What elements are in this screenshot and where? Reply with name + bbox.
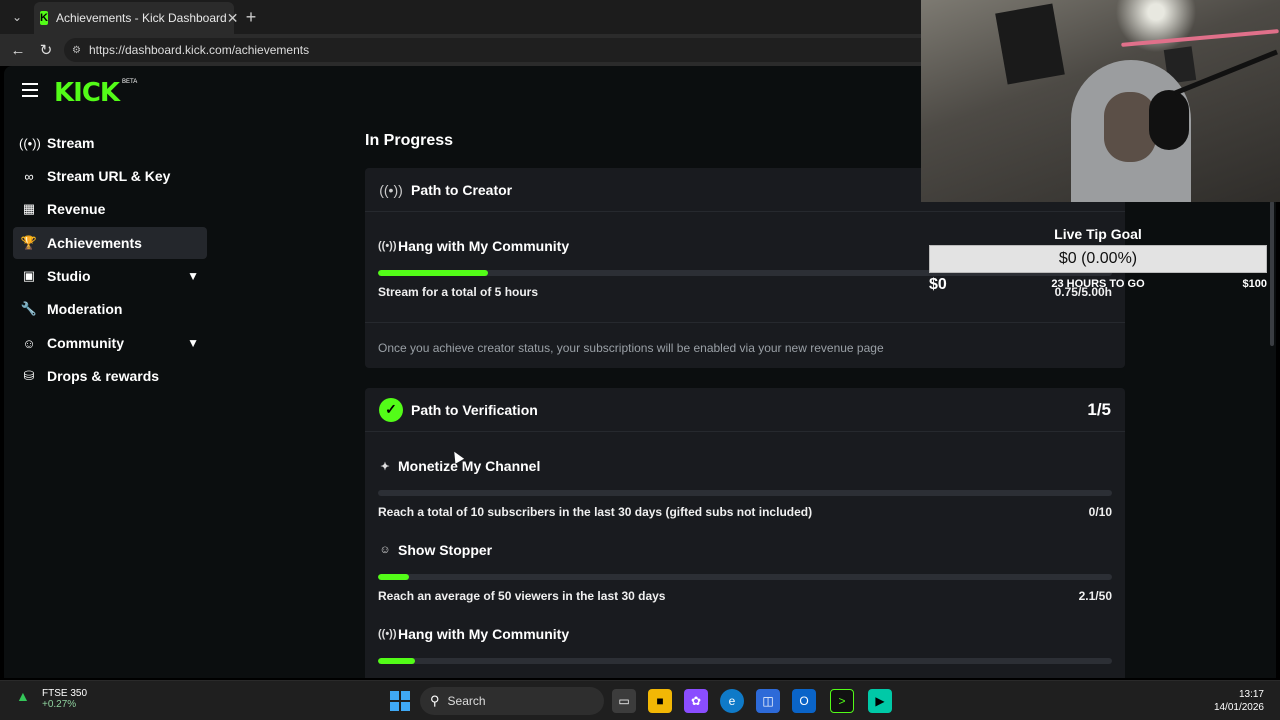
copilot-icon[interactable]: ✿ xyxy=(684,689,708,713)
windows-start-icon[interactable] xyxy=(390,691,410,711)
card-count: 1/5 xyxy=(1087,399,1111,419)
webcam-poster xyxy=(995,3,1065,85)
sidebar-item-drops-rewards[interactable]: ⛁ Drops & rewards xyxy=(13,360,207,392)
sidebar-item-community[interactable]: ☺ Community ▼ xyxy=(13,327,207,359)
broadcast-icon: ((•)) xyxy=(378,240,397,252)
ticker-name: FTSE 350 xyxy=(42,688,88,699)
tab-title: Achievements - Kick Dashboard xyxy=(55,11,227,25)
tab-list-chevron-icon[interactable]: ⌄ xyxy=(6,6,28,28)
sparkle-icon: ✦ xyxy=(380,460,390,473)
achievement-label: Hang with My Community xyxy=(398,238,570,254)
achievement-label: Show Stopper xyxy=(398,542,493,558)
sidebar-item-label: Studio xyxy=(47,268,91,284)
kick-favicon-icon: K xyxy=(40,11,48,25)
card-title: Path to Verification xyxy=(411,401,538,418)
clock[interactable]: 13:17 14/01/2026 xyxy=(1214,688,1264,714)
people-icon: ☺ xyxy=(379,544,391,556)
chevron-down-icon: ▼ xyxy=(187,336,199,350)
menu-icon[interactable] xyxy=(22,83,38,97)
sidebar-item-stream[interactable]: ((•)) Stream xyxy=(13,127,207,159)
sidebar-item-label: Stream URL & Key xyxy=(47,168,171,184)
time: 13:17 xyxy=(1238,689,1264,700)
achievement-title: ((•)) Hang with My Community xyxy=(378,238,569,254)
achievement-title: ((•)) Hang with My Community xyxy=(378,626,569,642)
page-scrollbar[interactable] xyxy=(1270,201,1274,346)
wrench-icon: 🔧 xyxy=(20,301,38,316)
task-view-icon[interactable]: ▭ xyxy=(612,689,636,713)
sidebar-item-revenue[interactable]: ▦ Revenue xyxy=(13,193,207,225)
sidebar-item-label: Revenue xyxy=(47,201,106,217)
gift-icon: ⛁ xyxy=(23,368,35,383)
sidebar-item-label: Moderation xyxy=(47,301,123,317)
sidebar-item-label: Achievements xyxy=(47,235,142,251)
close-tab-icon[interactable]: ✕ xyxy=(227,10,239,27)
studio-icon: ▣ xyxy=(22,268,36,283)
link-icon: ∞ xyxy=(24,168,34,184)
sidebar-item-achievements[interactable]: 🏆 Achievements xyxy=(13,227,207,259)
progress-bar xyxy=(378,658,1112,664)
outlook-icon[interactable]: O xyxy=(792,689,816,713)
stock-chart-icon: ▲ xyxy=(16,688,30,704)
progress-bar xyxy=(378,574,1112,580)
people-icon: ☺ xyxy=(22,335,36,351)
webcam-overlay xyxy=(921,0,1280,202)
new-tab-plus-icon[interactable]: + xyxy=(240,6,262,28)
trophy-icon: 🏆 xyxy=(20,235,38,250)
achievement-label: Hang with My Community xyxy=(398,626,570,642)
broadcast-icon: ((•)) xyxy=(379,181,403,198)
kick-logo[interactable]: KICK xyxy=(54,78,120,108)
achievement-label: Monetize My Channel xyxy=(398,458,541,474)
back-arrow-icon[interactable]: ← xyxy=(8,40,28,60)
windows-taskbar: ▲ FTSE 350 +0.27% ⚲ Search ▭ ■ ✿ e ◫ O >… xyxy=(0,680,1280,720)
url-text: https://dashboard.kick.com/achievements xyxy=(88,43,310,57)
site-info-icon[interactable]: ⚙ xyxy=(72,45,81,56)
search-label: Search xyxy=(447,694,486,708)
tip-goal-max: $100 xyxy=(1242,278,1267,290)
requirement-value: 2.1/50 xyxy=(1078,589,1112,603)
file-explorer-icon[interactable]: ■ xyxy=(648,689,672,713)
date: 14/01/2026 xyxy=(1213,702,1264,713)
ticker-change: +0.27% xyxy=(42,699,77,710)
tip-goal-time-left: 23 HOURS TO GO xyxy=(1051,278,1145,290)
streaming-app-icon[interactable]: ▶ xyxy=(868,689,892,713)
store-icon[interactable]: ◫ xyxy=(756,689,780,713)
taskbar-search[interactable]: ⚲ Search xyxy=(420,687,604,715)
sidebar-item-label: Community xyxy=(47,335,124,351)
stock-ticker-widget[interactable]: ▲ FTSE 350 +0.27% xyxy=(16,688,87,710)
requirement-text: Reach an average of 50 viewers in the la… xyxy=(378,589,666,603)
chart-icon: ▦ xyxy=(22,201,36,216)
verified-check-icon: ✓ xyxy=(379,397,403,422)
creator-note: Once you achieve creator status, your su… xyxy=(378,341,884,355)
tip-goal-widget: Live Tip Goal $0 (0.00%) $0 23 HOURS TO … xyxy=(929,226,1267,296)
progress-fill xyxy=(378,658,415,664)
browser-tab[interactable]: K Achievements - Kick Dashboard ✕ xyxy=(34,2,238,34)
sidebar-item-stream-url-key[interactable]: ∞ Stream URL & Key xyxy=(13,160,207,192)
divider xyxy=(365,322,1125,323)
reload-icon[interactable]: ↻ xyxy=(36,40,56,60)
sidebar-item-studio[interactable]: ▣ Studio ▼ xyxy=(13,260,207,292)
progress-bar xyxy=(378,490,1112,496)
progress-fill xyxy=(378,270,489,276)
progress-fill xyxy=(378,574,409,580)
tip-goal-bar: $0 (0.00%) xyxy=(929,245,1267,273)
chevron-down-icon: ▼ xyxy=(187,269,199,283)
broadcast-icon: ((•)) xyxy=(19,135,41,151)
path-to-verification-card: ✓ Path to Verification 1/5 ✦ Monetize My… xyxy=(365,388,1125,678)
requirement-value: 0/10 xyxy=(1088,505,1112,519)
search-icon: ⚲ xyxy=(430,693,440,708)
sidebar-item-label: Stream xyxy=(47,135,95,151)
broadcast-icon: ((•)) xyxy=(378,628,397,640)
beta-badge: BETA xyxy=(122,79,138,85)
requirement-text: Reach a total of 10 subscribers in the l… xyxy=(378,505,813,519)
achievement-title: ☺ Show Stopper xyxy=(378,542,492,558)
sidebar-item-label: Drops & rewards xyxy=(47,368,160,384)
edge-browser-icon[interactable]: e xyxy=(720,689,744,713)
card-header[interactable]: ✓ Path to Verification 1/5 xyxy=(365,388,1125,432)
webcam-microphone xyxy=(1149,90,1189,150)
page-title: In Progress xyxy=(365,132,454,149)
requirement-text: Stream for a total of 5 hours xyxy=(378,285,539,299)
tip-goal-title: Live Tip Goal xyxy=(1054,226,1142,242)
sidebar-item-moderation[interactable]: 🔧 Moderation xyxy=(13,293,207,325)
terminal-icon[interactable]: > xyxy=(830,689,854,713)
